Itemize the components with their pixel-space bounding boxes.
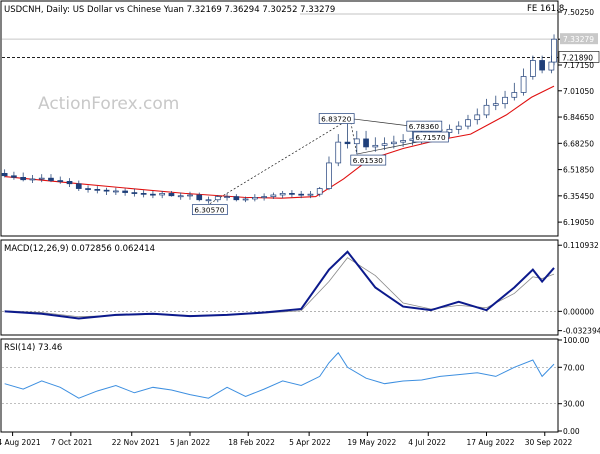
date-tick-label: 22 Nov 2021 <box>112 438 160 447</box>
candle-body <box>548 61 555 71</box>
price-tick-label: 7.33279 <box>563 35 594 44</box>
candle-body <box>177 195 184 198</box>
candle-body <box>344 141 351 145</box>
candle-body <box>168 193 175 197</box>
candle-body <box>307 193 314 196</box>
rsi-tick-label: 70.00 <box>563 363 585 372</box>
rsi-axis: 100.00 70.00 30.00 0.00 <box>558 336 589 436</box>
annotation-label: 6.71570 <box>415 133 446 142</box>
candle-body <box>159 193 166 196</box>
annotation-label: 6.78360 <box>409 122 440 131</box>
date-tick-label: 5 Apr 2022 <box>289 438 331 447</box>
macd-title: MACD(12,26,9) 0.072856 0.062414 <box>4 244 155 254</box>
symbol-header: USDCNH, Daily: US Dollar vs Chinese Yuan… <box>4 5 335 15</box>
price-tick-label: 6.84650 <box>563 113 594 122</box>
rsi-tick-label: 0.00 <box>563 427 580 436</box>
candle-body <box>196 194 203 201</box>
candle-body <box>29 178 36 181</box>
candle-body <box>205 199 212 202</box>
candle-body <box>48 177 54 181</box>
candle-body <box>465 119 471 127</box>
candle-body <box>326 162 332 189</box>
candle-body <box>298 193 305 196</box>
date-axis: 24 Aug 2021 7 Oct 2021 22 Nov 2021 5 Jan 20… <box>0 432 573 447</box>
macd-tick-label: 0.110932 <box>563 241 599 250</box>
price-tick-label: 6.68250 <box>563 139 594 148</box>
date-tick-label: 30 Sep 2022 <box>525 438 573 447</box>
candle-body <box>270 194 277 197</box>
date-tick-label: 17 Aug 2022 <box>467 438 515 447</box>
candle-body <box>400 140 406 143</box>
candle-body <box>75 183 82 189</box>
candle-body <box>390 141 397 145</box>
price-tick-label: 6.35450 <box>563 192 594 201</box>
date-tick-label: 5 Jan 2022 <box>170 438 210 447</box>
macd-axis: 0.110932 0.00000 -0.032394 <box>558 241 600 336</box>
candle-body <box>474 114 481 121</box>
candle-body <box>511 92 518 98</box>
candle-body <box>224 196 230 198</box>
candle-body <box>279 193 286 196</box>
candle-body <box>353 138 360 145</box>
macd-tick-label: 0.00000 <box>563 307 594 316</box>
candle-body <box>103 189 110 192</box>
candle-body <box>38 177 45 180</box>
date-tick-label: 4 Jul 2022 <box>408 438 446 447</box>
watermark: ActionForex.com <box>38 94 179 114</box>
candle-body <box>455 125 462 130</box>
rsi-title: RSI(14) 73.46 <box>4 343 62 353</box>
date-tick-label: 24 Aug 2021 <box>0 438 41 447</box>
candle-body <box>316 188 323 195</box>
candle-body <box>502 96 508 105</box>
candle-body <box>483 104 490 116</box>
price-tick-label: 7.50250 <box>563 8 594 17</box>
candle-body <box>381 143 388 146</box>
candle-body <box>122 190 128 193</box>
candle-body <box>233 196 240 201</box>
price-tick-label: 7.17150 <box>563 61 594 70</box>
candle-body <box>85 188 91 190</box>
candle-body <box>112 190 119 193</box>
chart-canvas: ActionForex.com USDCNH, Daily: US Dollar… <box>0 0 600 447</box>
candle-body <box>57 180 64 182</box>
candle-body <box>492 103 499 106</box>
date-tick-label: 18 Feb 2022 <box>228 438 275 447</box>
candle-body <box>66 181 73 185</box>
rsi-tick-label: 100.00 <box>563 336 589 345</box>
candle-body <box>372 144 379 148</box>
candle-body <box>140 193 147 195</box>
candle-body <box>335 141 342 164</box>
candle-body <box>551 38 557 63</box>
candle-body <box>242 198 249 201</box>
candle-body <box>539 60 545 71</box>
price-axis: 7.50250 7.33279 7.17150 7.01050 6.84650 6.682… <box>558 8 598 227</box>
candle-body <box>1 172 8 177</box>
candle-body <box>251 197 258 200</box>
annotation-label: 6.61530 <box>353 156 384 165</box>
date-tick-label: 7 Oct 2021 <box>51 438 93 447</box>
price-tick-label: 6.19050 <box>563 218 594 227</box>
price-tick-label: 7.01050 <box>563 87 594 96</box>
annotation-label: 6.30570 <box>194 206 225 215</box>
candle-body <box>187 194 193 197</box>
candle-body <box>214 196 221 201</box>
annotation-label: 6.83720 <box>321 115 352 124</box>
chart-window: ActionForex.com USDCNH, Daily: US Dollar… <box>0 0 600 450</box>
candle-body <box>94 189 101 191</box>
macd-panel <box>0 239 559 336</box>
price-tick-label: 6.51850 <box>563 166 594 175</box>
candle-body <box>150 193 156 196</box>
candle-body <box>261 196 267 198</box>
date-tick-label: 19 May 2022 <box>347 438 396 447</box>
candle-body <box>529 60 536 77</box>
candle-body <box>289 193 295 195</box>
rsi-tick-label: 30.00 <box>563 400 585 409</box>
candle-body <box>20 177 27 181</box>
macd-tick-label: -0.032394 <box>563 327 600 336</box>
candle-body <box>363 138 369 148</box>
rsi-panel <box>0 338 559 433</box>
candle-body <box>520 76 527 93</box>
candle-body <box>11 175 17 178</box>
candle-body <box>131 192 138 194</box>
